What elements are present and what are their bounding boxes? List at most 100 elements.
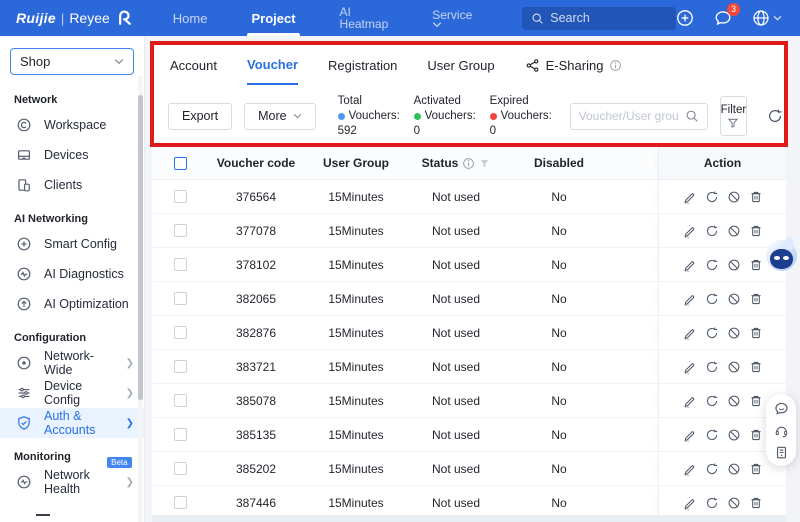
sidebar-item-device-config[interactable]: Device Config ❯ bbox=[0, 378, 144, 408]
sidebar-item-ai-diagnostics[interactable]: AI Diagnostics bbox=[0, 259, 144, 289]
network-selector[interactable]: Shop bbox=[10, 48, 134, 75]
tab-e-sharing[interactable]: E-Sharing bbox=[525, 45, 623, 85]
edit-icon[interactable] bbox=[683, 326, 697, 340]
chevron-down-icon bbox=[114, 59, 124, 65]
sidebar-item-network-health[interactable]: Network Health Beta ❯ bbox=[0, 457, 144, 497]
edit-icon[interactable] bbox=[683, 496, 697, 510]
renew-icon[interactable] bbox=[705, 496, 719, 510]
block-icon[interactable] bbox=[727, 258, 741, 272]
ai-assistant-mascot[interactable] bbox=[766, 235, 797, 271]
status-info-icon[interactable] bbox=[462, 157, 475, 170]
voucher-code-cell: 378102 bbox=[235, 257, 277, 272]
horizontal-scrollbar[interactable] bbox=[152, 515, 786, 522]
status-filter-icon[interactable] bbox=[479, 158, 490, 169]
tab-registration[interactable]: Registration bbox=[328, 45, 397, 85]
sidebar-item-devices[interactable]: Devices bbox=[0, 140, 144, 170]
delete-icon[interactable] bbox=[749, 292, 763, 306]
tab-voucher[interactable]: Voucher bbox=[246, 45, 299, 85]
renew-icon[interactable] bbox=[705, 428, 719, 442]
row-checkbox[interactable] bbox=[173, 326, 187, 339]
edit-icon[interactable] bbox=[683, 428, 697, 442]
renew-icon[interactable] bbox=[705, 292, 719, 306]
table-row: 385135 15Minutes Not used No bbox=[152, 418, 786, 452]
tab-user-group[interactable]: User Group bbox=[427, 45, 494, 85]
sidebar-scrollbar-thumb[interactable] bbox=[138, 95, 143, 400]
edit-icon[interactable] bbox=[683, 224, 697, 238]
add-project-icon[interactable] bbox=[676, 9, 694, 27]
delete-icon[interactable] bbox=[749, 462, 763, 476]
feedback-chat-icon[interactable] bbox=[774, 401, 789, 416]
total-dot bbox=[337, 112, 345, 120]
chevron-right-icon: ❯ bbox=[125, 417, 134, 429]
sidebar-item-clients[interactable]: Clients bbox=[0, 170, 144, 200]
nav-project[interactable]: Project bbox=[229, 0, 317, 36]
row-checkbox[interactable] bbox=[173, 462, 187, 475]
global-search-input[interactable]: Search bbox=[522, 6, 676, 30]
block-icon[interactable] bbox=[727, 496, 741, 510]
disabled-cell: No bbox=[551, 359, 567, 374]
refresh-icon[interactable] bbox=[767, 108, 783, 124]
language-selector[interactable] bbox=[752, 9, 782, 27]
filter-button[interactable]: Filter bbox=[719, 96, 748, 136]
delete-icon[interactable] bbox=[749, 360, 763, 374]
sidebar-item-smart-config[interactable]: Smart Config bbox=[0, 229, 144, 259]
nav-service[interactable]: Service bbox=[410, 0, 494, 36]
renew-icon[interactable] bbox=[705, 190, 719, 204]
delete-icon[interactable] bbox=[749, 258, 763, 272]
renew-icon[interactable] bbox=[705, 258, 719, 272]
block-icon[interactable] bbox=[727, 292, 741, 306]
nav-home[interactable]: Home bbox=[151, 0, 230, 36]
nav-ai-heatmap[interactable]: AI Heatmap bbox=[318, 0, 411, 36]
export-button[interactable]: Export bbox=[168, 102, 233, 130]
row-checkbox[interactable] bbox=[173, 428, 187, 441]
block-icon[interactable] bbox=[727, 326, 741, 340]
renew-icon[interactable] bbox=[705, 360, 719, 374]
messages-icon[interactable]: 3 bbox=[714, 3, 740, 27]
headset-support-icon[interactable] bbox=[774, 423, 789, 438]
survey-icon[interactable] bbox=[774, 445, 789, 460]
ai-optimization-icon bbox=[16, 296, 32, 312]
edit-icon[interactable] bbox=[683, 462, 697, 476]
block-icon[interactable] bbox=[727, 428, 741, 442]
sidebar-item-network-wide[interactable]: Network-Wide ❯ bbox=[0, 348, 144, 378]
delete-icon[interactable] bbox=[749, 224, 763, 238]
edit-icon[interactable] bbox=[683, 292, 697, 306]
block-icon[interactable] bbox=[727, 190, 741, 204]
row-checkbox[interactable] bbox=[173, 258, 187, 271]
delete-icon[interactable] bbox=[749, 394, 763, 408]
delete-icon[interactable] bbox=[749, 326, 763, 340]
more-button[interactable]: More bbox=[244, 102, 316, 130]
sidebar-item-workspace[interactable]: Workspace bbox=[0, 110, 144, 140]
edit-icon[interactable] bbox=[683, 190, 697, 204]
sidebar-item-ai-optimization[interactable]: AI Optimization bbox=[0, 289, 144, 319]
row-checkbox[interactable] bbox=[173, 496, 187, 509]
renew-icon[interactable] bbox=[705, 224, 719, 238]
row-checkbox[interactable] bbox=[173, 360, 187, 373]
row-checkbox[interactable] bbox=[173, 292, 187, 305]
search-icon[interactable] bbox=[685, 109, 699, 123]
row-checkbox[interactable] bbox=[173, 190, 187, 203]
delete-icon[interactable] bbox=[749, 428, 763, 442]
edit-icon[interactable] bbox=[683, 360, 697, 374]
block-icon[interactable] bbox=[727, 394, 741, 408]
voucher-search-input[interactable] bbox=[578, 109, 679, 123]
block-icon[interactable] bbox=[727, 462, 741, 476]
delete-icon[interactable] bbox=[749, 496, 763, 510]
devices-icon bbox=[16, 147, 32, 163]
delete-icon[interactable] bbox=[749, 190, 763, 204]
edit-icon[interactable] bbox=[683, 258, 697, 272]
network-wide-icon bbox=[16, 355, 32, 371]
row-checkbox[interactable] bbox=[173, 224, 187, 237]
sidebar-item-auth-accounts[interactable]: Auth & Accounts ❯ bbox=[0, 408, 144, 438]
edit-icon[interactable] bbox=[683, 394, 697, 408]
renew-icon[interactable] bbox=[705, 394, 719, 408]
tab-account[interactable]: Account bbox=[170, 45, 217, 85]
brand-logo[interactable]: Ruijie | Reyee bbox=[0, 8, 151, 28]
select-all-checkbox[interactable] bbox=[173, 156, 187, 170]
renew-icon[interactable] bbox=[705, 462, 719, 476]
block-icon[interactable] bbox=[727, 360, 741, 374]
row-checkbox[interactable] bbox=[173, 394, 187, 407]
renew-icon[interactable] bbox=[705, 326, 719, 340]
block-icon[interactable] bbox=[727, 224, 741, 238]
expired-dot bbox=[489, 112, 497, 120]
